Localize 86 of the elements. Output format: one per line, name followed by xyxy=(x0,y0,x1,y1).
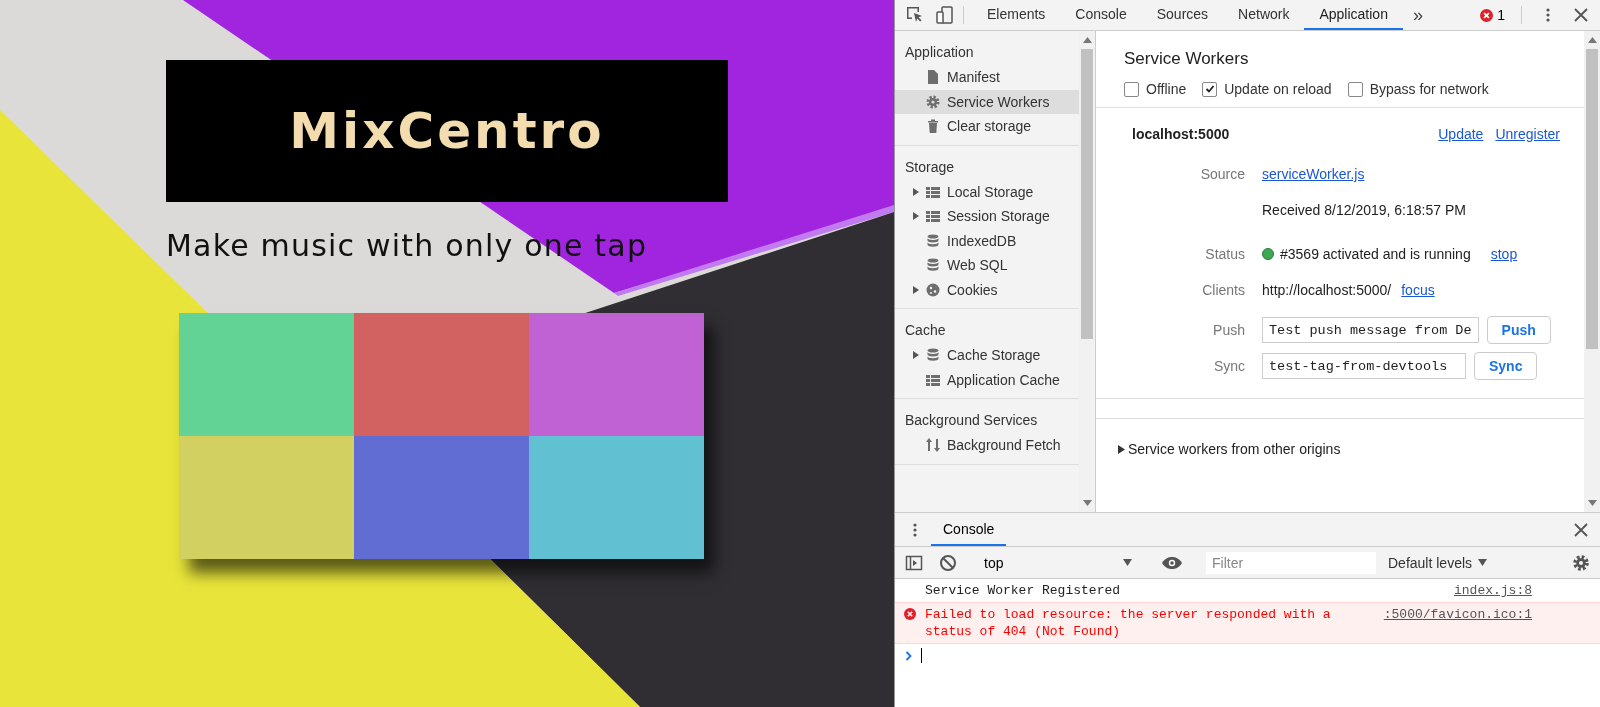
panel-tab[interactable]: Sources xyxy=(1141,0,1224,30)
panel-tab[interactable]: Network xyxy=(1223,0,1305,30)
panel-tab[interactable]: Console xyxy=(1060,0,1142,30)
settings-icon[interactable] xyxy=(1572,553,1590,572)
field-label: Clients xyxy=(1201,282,1246,298)
sidebar-item[interactable]: Background Fetch xyxy=(895,433,1079,458)
sidebar-item[interactable]: Application Cache xyxy=(895,367,1079,392)
expand-arrow-icon[interactable] xyxy=(912,187,920,196)
caret-icon xyxy=(1123,559,1132,566)
status-text: #3569 activated and is running xyxy=(1280,246,1471,262)
field-label: Sync xyxy=(1212,358,1246,374)
database-icon xyxy=(925,347,941,364)
context-dropdown[interactable]: top xyxy=(974,554,1142,571)
database-icon xyxy=(925,232,941,249)
up-down-arrows-icon xyxy=(925,437,941,454)
clear-console-icon[interactable] xyxy=(939,553,957,572)
more-tabs-button[interactable]: » xyxy=(1402,0,1433,30)
field-label: Push xyxy=(1212,322,1246,338)
error-icon xyxy=(904,608,916,620)
sidebar-item[interactable]: Cache Storage xyxy=(895,343,1079,368)
push-button[interactable]: Push xyxy=(1486,316,1551,344)
focus-link[interactable]: focus xyxy=(1401,282,1435,298)
sidebar-item[interactable]: Clear storage xyxy=(895,114,1079,139)
sidebar-toggle-icon[interactable] xyxy=(905,553,923,572)
other-origins-toggle[interactable]: Service workers from other origins xyxy=(1096,419,1584,457)
sidebar-item[interactable]: Session Storage xyxy=(895,204,1079,229)
option-checkbox[interactable]: Update on reload xyxy=(1202,81,1332,97)
logo-title: MixCentro xyxy=(166,60,728,202)
sidebar-item[interactable]: Local Storage xyxy=(895,179,1079,204)
expand-arrow-icon[interactable] xyxy=(912,351,920,360)
source-link[interactable]: serviceWorker.js xyxy=(1262,166,1365,182)
error-count-button[interactable]: 1 xyxy=(1472,0,1513,30)
database-icon xyxy=(925,257,941,274)
section-heading: Cache xyxy=(904,321,947,340)
worker-action-link[interactable]: Update xyxy=(1438,126,1484,142)
section-heading: Background Services xyxy=(904,411,1039,430)
text-cursor xyxy=(921,648,922,663)
sidebar-item[interactable]: Cookies xyxy=(895,277,1079,302)
status-dot-icon xyxy=(1262,248,1274,260)
section-heading: Application xyxy=(904,43,975,62)
file-icon xyxy=(925,69,941,86)
trash-icon xyxy=(925,118,941,135)
log-levels-dropdown[interactable]: Default levels xyxy=(1382,553,1494,572)
scrollbar[interactable] xyxy=(1584,31,1600,512)
section-heading: Storage xyxy=(904,157,956,177)
expand-arrow-icon[interactable] xyxy=(912,285,920,294)
error-icon xyxy=(1480,8,1494,22)
scroll-down-icon[interactable] xyxy=(1082,500,1092,506)
sidebar-item[interactable]: Web SQL xyxy=(895,253,1079,278)
close-icon[interactable] xyxy=(1574,8,1588,22)
close-icon[interactable] xyxy=(1574,522,1588,537)
expand-arrow-icon xyxy=(1118,444,1125,454)
sidebar-item[interactable]: Manifest xyxy=(895,65,1079,90)
sync-button[interactable]: Sync xyxy=(1474,352,1538,380)
cookie-icon xyxy=(925,281,941,298)
console-message: Failed to load resource: the server responded with a status of 404 (Not Found) xyxy=(925,606,1332,640)
scroll-down-icon[interactable] xyxy=(1587,500,1597,506)
console-message: Service Worker Registered xyxy=(925,582,1121,599)
grid-icon xyxy=(925,208,941,225)
option-checkbox[interactable]: Offline xyxy=(1124,81,1187,97)
field-label: Status xyxy=(1204,246,1246,262)
worker-action-link[interactable]: Unregister xyxy=(1495,126,1560,142)
option-checkbox[interactable]: Bypass for network xyxy=(1347,81,1489,97)
sidebar-item[interactable]: Service Workers xyxy=(895,89,1079,114)
panel-tab[interactable]: Application xyxy=(1304,0,1403,30)
expand-arrow-icon[interactable] xyxy=(912,212,920,221)
panel-tab[interactable]: Elements xyxy=(972,0,1061,30)
field-label: Source xyxy=(1199,166,1246,182)
caret-icon xyxy=(1478,559,1488,566)
device-toolbar-icon[interactable] xyxy=(935,5,955,25)
scroll-up-icon[interactable] xyxy=(1082,37,1092,43)
panel-title: Service Workers xyxy=(1124,49,1250,69)
source-location-link[interactable]: :5000/favicon.ico:1 xyxy=(1383,606,1532,640)
source-location-link[interactable]: index.js:8 xyxy=(1454,582,1532,599)
worker-origin: localhost:5000 xyxy=(1132,126,1230,142)
checkmark-icon xyxy=(1204,84,1215,94)
sidebar-item[interactable]: IndexedDB xyxy=(895,228,1079,253)
scroll-up-icon[interactable] xyxy=(1587,37,1597,43)
stop-link[interactable]: stop xyxy=(1490,246,1518,262)
prompt-chevron-icon xyxy=(905,650,913,661)
sync-tag-field[interactable]: test-tag-from-devtools xyxy=(1262,353,1466,379)
filter-field[interactable]: Filter xyxy=(1206,551,1376,574)
received-text: Received 8/12/2019, 6:18:57 PM xyxy=(1262,202,1466,218)
push-message-field[interactable]: Test push message from De xyxy=(1262,317,1479,343)
client-url: http://localhost:5000/ xyxy=(1262,282,1392,298)
gear-icon xyxy=(925,93,941,110)
